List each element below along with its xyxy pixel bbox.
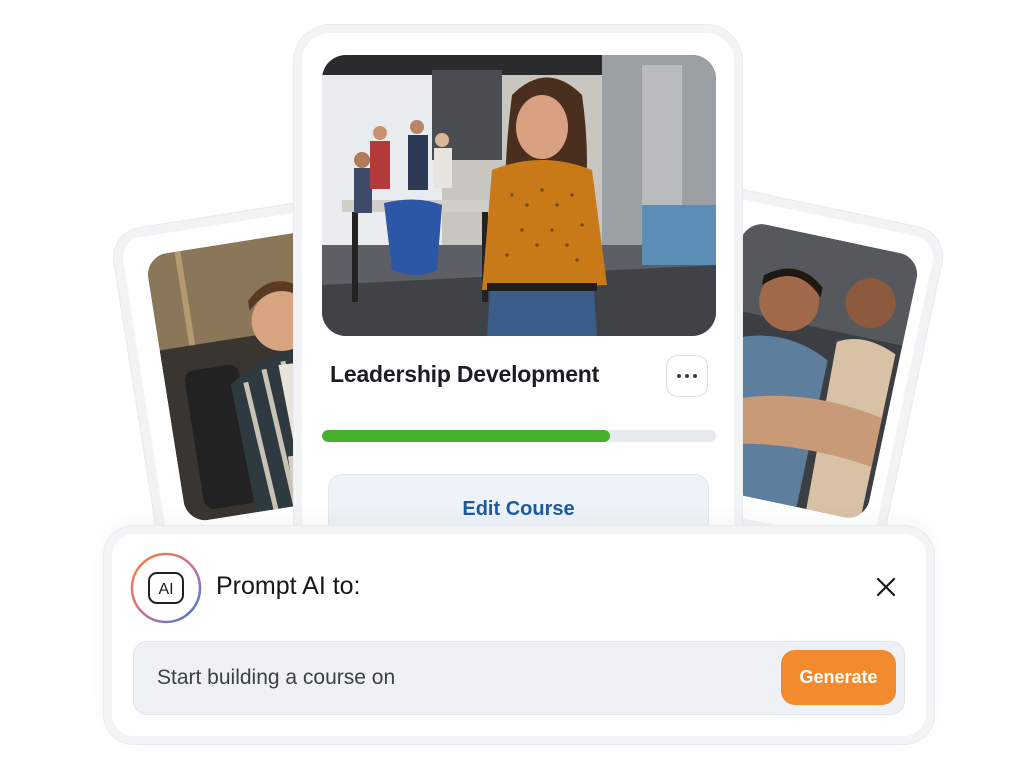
course-hero-photo [322, 55, 716, 336]
ai-badge-text: AI [158, 581, 173, 598]
ai-badge: AI [130, 552, 202, 624]
more-options-button[interactable] [666, 355, 708, 397]
prompt-input-text[interactable]: Start building a course on [157, 666, 395, 690]
prompt-label: Prompt AI to: [216, 572, 361, 600]
course-title: Leadership Development [330, 361, 600, 387]
generate-label: Generate [799, 667, 878, 687]
close-button[interactable] [870, 571, 902, 603]
generate-button[interactable]: Generate [781, 650, 896, 705]
close-icon [876, 577, 896, 597]
course-progress-fill [322, 430, 610, 442]
ellipsis-icon [677, 374, 697, 378]
course-progress-bar [322, 430, 716, 442]
